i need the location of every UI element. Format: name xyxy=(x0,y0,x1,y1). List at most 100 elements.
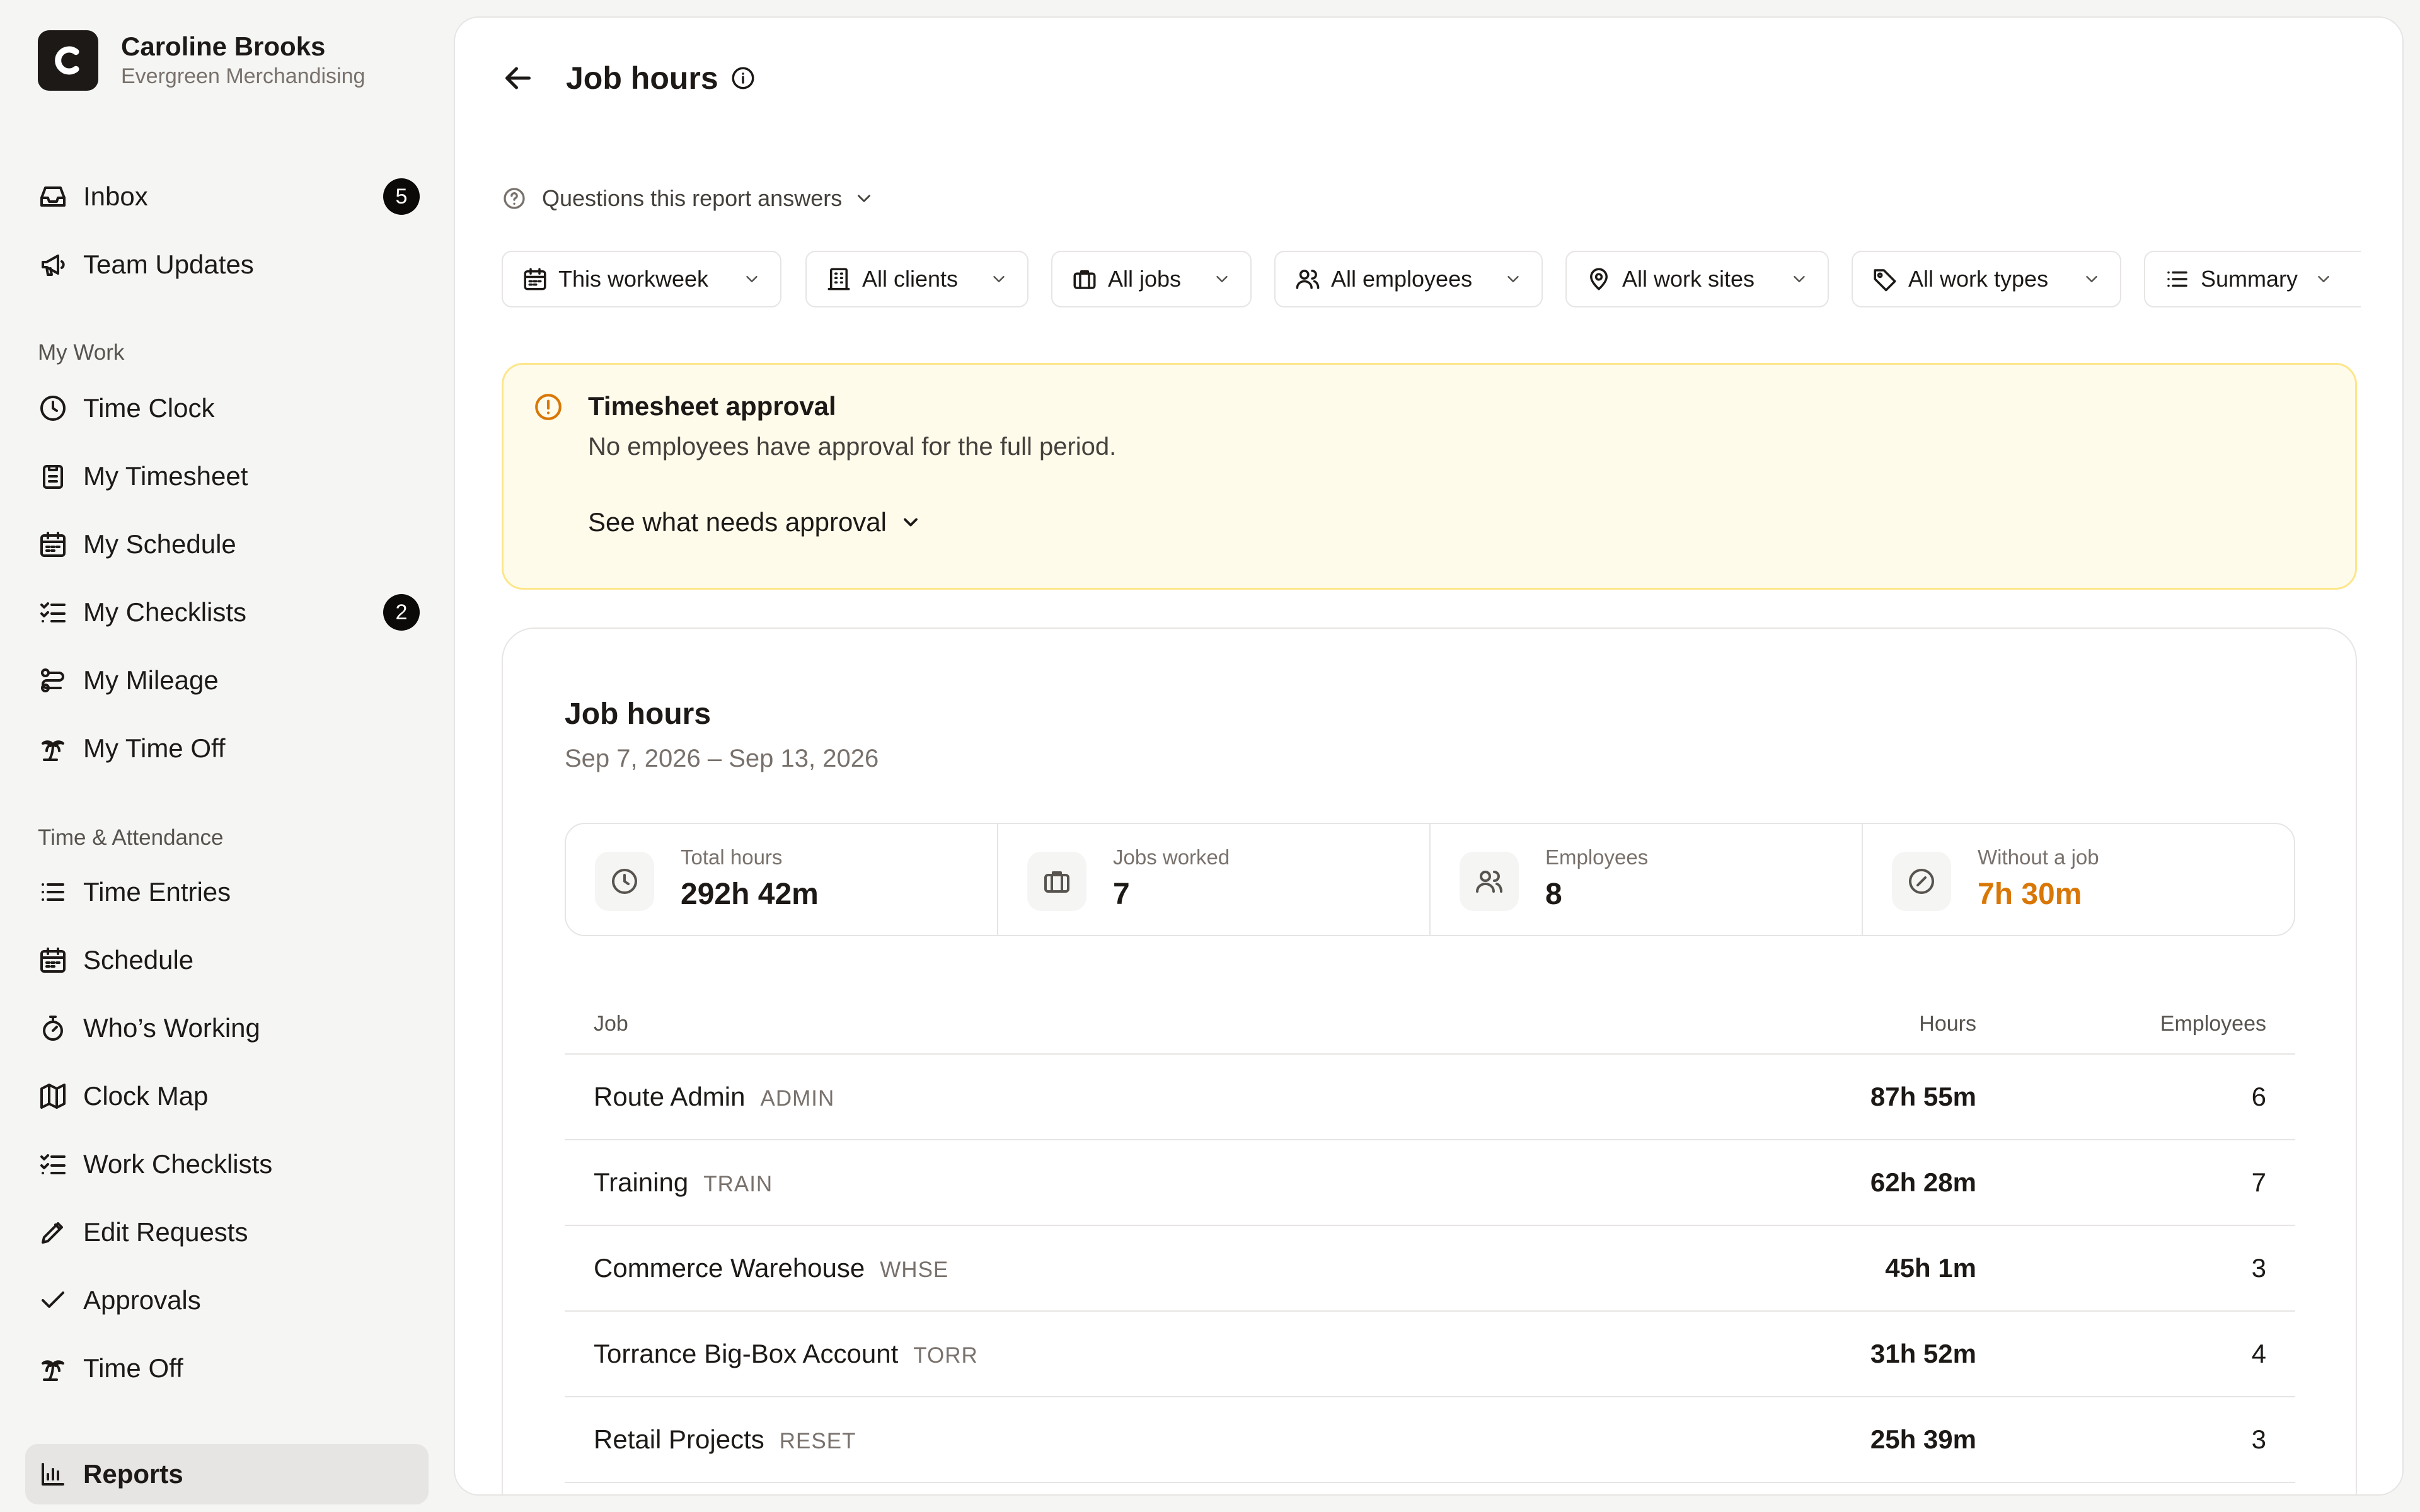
job-employees: 3 xyxy=(2251,1424,2266,1454)
page-header: Job hours xyxy=(499,59,756,97)
palm-tree-icon xyxy=(38,733,68,764)
filter-view-mode[interactable]: Summary xyxy=(2144,251,2361,307)
questions-toggle[interactable]: Questions this report answers xyxy=(502,185,875,212)
users-icon xyxy=(1460,852,1519,911)
job-name: Retail Projects xyxy=(594,1424,764,1454)
sidebar-item-approvals[interactable]: Approvals xyxy=(25,1270,429,1331)
sidebar-item-whos-working[interactable]: Who’s Working xyxy=(25,998,429,1058)
page-title: Job hours xyxy=(566,60,718,96)
sidebar-item-label: Work Checklists xyxy=(83,1149,273,1179)
column-header-employees[interactable]: Employees xyxy=(1976,1012,2266,1036)
inbox-count-badge: 5 xyxy=(383,178,420,215)
sidebar: Caroline Brooks Evergreen Merchandising … xyxy=(0,0,454,1512)
job-code: RESET xyxy=(779,1429,856,1453)
briefcase-icon xyxy=(1071,266,1098,292)
sidebar-item-my-schedule[interactable]: My Schedule xyxy=(25,514,429,575)
section-label-time-attendance: Time & Attendance xyxy=(38,825,224,850)
sidebar-item-label: Time Entries xyxy=(83,877,231,907)
alert-text: No employees have approval for the full … xyxy=(588,433,1117,461)
calendar-icon xyxy=(38,529,68,559)
job-hours: 45h 1m xyxy=(1885,1253,1976,1283)
pencil-icon xyxy=(38,1217,68,1247)
filter-label: All clients xyxy=(862,266,959,292)
filter-jobs[interactable]: All jobs xyxy=(1051,251,1252,307)
help-circle-icon xyxy=(502,186,527,211)
questions-label: Questions this report answers xyxy=(542,185,843,211)
chevron-down-icon xyxy=(899,511,922,534)
job-employees: 4 xyxy=(2251,1339,2266,1368)
user-name: Caroline Brooks xyxy=(121,32,326,61)
chevron-down-icon xyxy=(1790,270,1809,289)
chevron-down-icon xyxy=(742,270,761,289)
chevron-down-icon xyxy=(853,188,875,209)
stat-value: 8 xyxy=(1545,878,1562,911)
sidebar-item-label: Inbox xyxy=(83,181,148,211)
filter-clients[interactable]: All clients xyxy=(805,251,1028,307)
sidebar-item-my-timesheet[interactable]: My Timesheet xyxy=(25,446,429,507)
see-approval-label: See what needs approval xyxy=(588,507,887,537)
stat-total-hours: Total hours 292h 42m xyxy=(566,824,998,935)
chevron-down-icon xyxy=(2314,270,2333,289)
stat-without-job: Without a job 7h 30m xyxy=(1863,824,2294,935)
table-row[interactable]: Training TRAIN 62h 28m 7 xyxy=(565,1140,2295,1226)
clipboard-icon xyxy=(38,461,68,491)
map-pin-icon xyxy=(1586,266,1612,292)
stat-value: 7h 30m xyxy=(1978,878,2082,911)
sidebar-item-label: Edit Requests xyxy=(83,1217,248,1247)
table-row[interactable]: Route Admin ADMIN 87h 55m 6 xyxy=(565,1055,2295,1140)
sidebar-item-label: Schedule xyxy=(83,945,194,975)
filter-work-types[interactable]: All work types xyxy=(1852,251,2121,307)
filter-period[interactable]: This workweek xyxy=(502,251,781,307)
sidebar-item-label: Approvals xyxy=(83,1285,201,1315)
report-date-range: Sep 7, 2026 – Sep 13, 2026 xyxy=(565,745,879,772)
back-arrow-icon[interactable] xyxy=(499,59,537,97)
filter-label: All work types xyxy=(1908,266,2049,292)
chevron-down-icon xyxy=(2082,270,2101,289)
job-employees: 3 xyxy=(2251,1253,2266,1283)
table-row[interactable]: Retail Projects RESET 25h 39m 3 xyxy=(565,1397,2295,1483)
sidebar-item-time-off[interactable]: Time Off xyxy=(25,1338,429,1399)
sidebar-item-reports[interactable]: Reports xyxy=(25,1444,429,1504)
filter-employees[interactable]: All employees xyxy=(1274,251,1543,307)
filter-work-sites[interactable]: All work sites xyxy=(1565,251,1829,307)
sidebar-item-my-mileage[interactable]: My Mileage xyxy=(25,650,429,711)
section-label-my-work: My Work xyxy=(38,340,125,365)
sidebar-item-label: My Schedule xyxy=(83,529,236,559)
job-hours: 25h 39m xyxy=(1870,1424,1976,1454)
sidebar-item-time-clock[interactable]: Time Clock xyxy=(25,378,429,438)
info-icon[interactable] xyxy=(730,65,756,91)
filter-bar: This workweek All clients All jobs All e… xyxy=(502,251,2361,310)
sidebar-item-work-checklists[interactable]: Work Checklists xyxy=(25,1134,429,1194)
column-header-job[interactable]: Job xyxy=(565,1012,1712,1036)
sidebar-item-inbox[interactable]: Inbox 5 xyxy=(25,166,429,227)
calendar-icon xyxy=(38,945,68,975)
table-row[interactable]: Commerce Warehouse WHSE 45h 1m 3 xyxy=(565,1226,2295,1312)
map-icon xyxy=(38,1081,68,1111)
job-hours: 87h 55m xyxy=(1870,1082,1976,1111)
chevron-down-icon xyxy=(989,270,1008,289)
stat-label: Without a job xyxy=(1978,845,2099,869)
sidebar-item-label: Time Clock xyxy=(83,393,215,423)
report-card: Job hours Sep 7, 2026 – Sep 13, 2026 Tot… xyxy=(502,627,2357,1494)
sidebar-item-clock-map[interactable]: Clock Map xyxy=(25,1066,429,1126)
see-approval-toggle[interactable]: See what needs approval xyxy=(588,507,922,537)
sidebar-item-time-entries[interactable]: Time Entries xyxy=(25,862,429,922)
sidebar-item-team-updates[interactable]: Team Updates xyxy=(25,234,429,295)
account-switcher[interactable]: Caroline Brooks Evergreen Merchandising xyxy=(38,30,365,91)
sidebar-item-my-checklists[interactable]: My Checklists 2 xyxy=(25,582,429,643)
filter-label: This workweek xyxy=(558,266,709,292)
company-name: Evergreen Merchandising xyxy=(121,64,366,88)
checklist-icon xyxy=(38,1149,68,1179)
column-header-hours[interactable]: Hours xyxy=(1712,1012,1976,1036)
tag-icon xyxy=(1872,266,1898,292)
table-row[interactable]: Torrance Big-Box Account TORR 31h 52m 4 xyxy=(565,1312,2295,1397)
main-panel: Job hours Questions this report answers … xyxy=(454,16,2404,1496)
job-name: Torrance Big-Box Account xyxy=(594,1339,899,1368)
filter-label: Summary xyxy=(2201,266,2298,292)
stat-jobs-worked: Jobs worked 7 xyxy=(998,824,1431,935)
sidebar-item-edit-requests[interactable]: Edit Requests xyxy=(25,1202,429,1263)
sidebar-item-my-time-off[interactable]: My Time Off xyxy=(25,718,429,779)
stat-value: 7 xyxy=(1113,878,1130,911)
sidebar-item-schedule[interactable]: Schedule xyxy=(25,930,429,990)
job-hours: 62h 28m xyxy=(1870,1167,1976,1197)
